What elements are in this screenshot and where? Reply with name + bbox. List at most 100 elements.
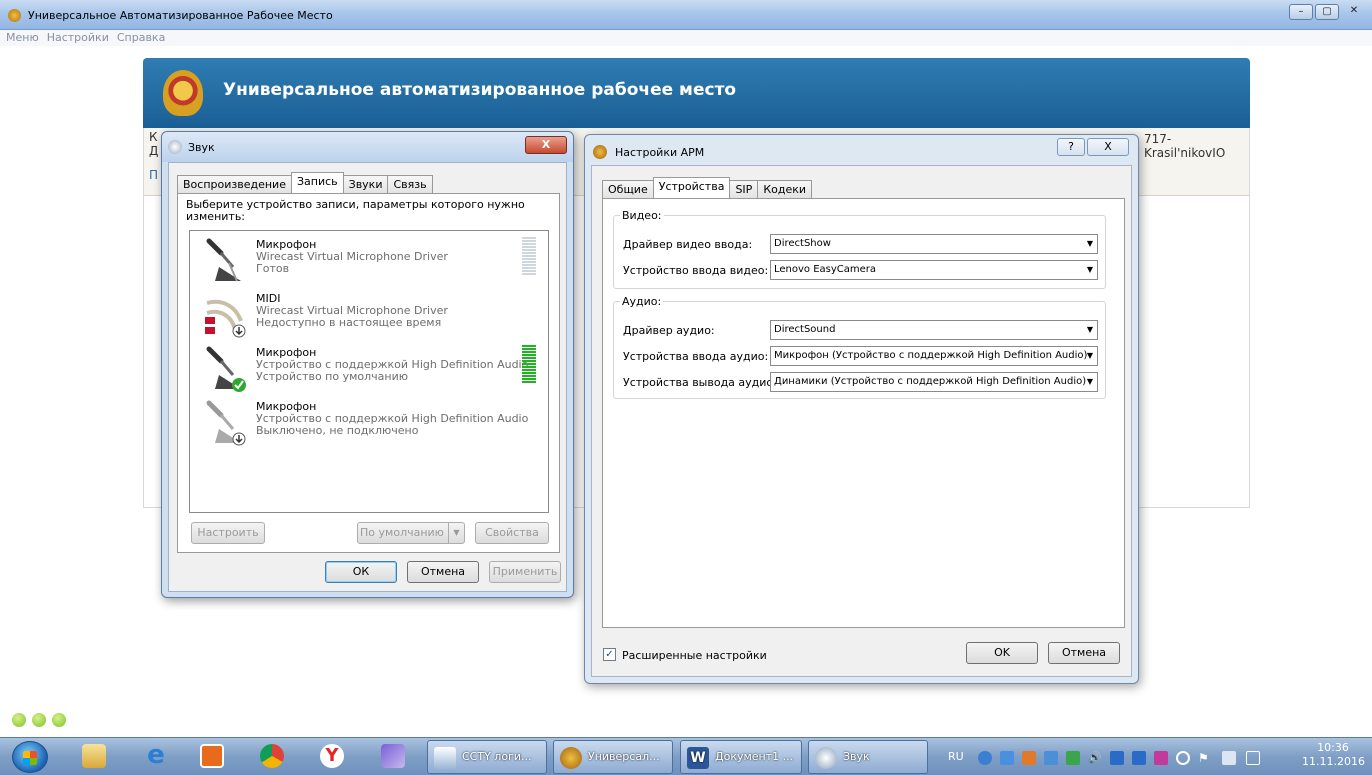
window-controls: – ▢ (1289, 4, 1339, 20)
audio-input-select[interactable]: Микрофон (Устройство с поддержкой High D… (770, 346, 1098, 366)
tab-devices[interactable]: Устройства (652, 177, 731, 198)
tray-app-icon[interactable] (1044, 751, 1058, 765)
video-driver-select[interactable]: DirectShow ▼ (770, 234, 1098, 254)
explorer-icon[interactable] (82, 744, 106, 768)
device-status: Готов (256, 262, 290, 275)
network-icon[interactable] (1222, 751, 1236, 765)
apply-button[interactable]: Применить (489, 561, 561, 583)
chevron-down-icon: ▼ (1086, 265, 1094, 274)
arm-dialog-close-button[interactable]: X (1087, 138, 1129, 156)
chevron-down-icon[interactable]: ▼ (448, 523, 464, 543)
taskbar-label: Документ1 ... (715, 750, 794, 763)
sound-dialog-titlebar[interactable]: Звук X (162, 132, 573, 162)
arm-tabs: Общие Устройства SIP Кодеки (602, 177, 813, 198)
video-group-title: Видео: (620, 209, 664, 222)
language-indicator[interactable]: RU (948, 750, 964, 763)
audio-driver-select[interactable]: DirectSound ▼ (770, 320, 1098, 340)
midi-cable-icon (205, 299, 246, 338)
video-group: Видео: Драйвер видео ввода: DirectShow ▼… (613, 209, 1106, 289)
volume-icon[interactable]: 🔊 (1088, 751, 1102, 765)
yandex-browser-icon[interactable]: Y (320, 744, 344, 768)
tab-sip[interactable]: SIP (729, 180, 759, 198)
start-button[interactable] (12, 741, 48, 773)
microphone-icon (206, 238, 241, 282)
maximize-button[interactable]: ▢ (1315, 4, 1339, 20)
audio-output-value: Динамики (Устройство с поддержкой High D… (774, 376, 1087, 387)
window-close-controls: ✕ (1342, 4, 1366, 20)
list-item[interactable]: MIDI Wirecast Virtual Microphone Driver … (196, 289, 541, 341)
audio-group: Аудио: Драйвер аудио: DirectSound ▼ Устр… (613, 295, 1106, 399)
menu-item-help[interactable]: Справка (117, 30, 165, 46)
chrome-icon[interactable] (260, 744, 284, 768)
menu-item-settings[interactable]: Настройки (47, 30, 109, 46)
sound-dialog-title: Звук (188, 141, 215, 154)
ok-button[interactable]: ОК (325, 561, 397, 583)
app-pinned-icon[interactable] (381, 744, 405, 768)
user-id-label: 717-Krasil'nikovIO (1144, 132, 1226, 160)
audio-input-value: Микрофон (Устройство с поддержкой High D… (774, 350, 1088, 361)
tray-app-icon[interactable] (1246, 751, 1260, 765)
tray-app-icon[interactable] (1000, 751, 1014, 765)
tab-sounds[interactable]: Звуки (342, 175, 389, 193)
arm-settings-dialog: Настройки АРМ ? X Общие Устройства SIP К… (584, 134, 1139, 684)
taskbar-button-arm[interactable]: Универсал... (553, 740, 673, 774)
outlook-icon[interactable] (200, 744, 224, 768)
set-default-button[interactable]: По умолчанию ▼ (357, 522, 465, 544)
sound-tabs: Воспроизведение Запись Звуки Связь (177, 172, 433, 193)
tab-playback[interactable]: Воспроизведение (177, 175, 292, 193)
level-meter (522, 237, 536, 277)
arm-dialog-titlebar[interactable]: Настройки АРМ ? X (585, 135, 1138, 165)
tray-app-icon[interactable] (1176, 751, 1190, 765)
tray-app-icon[interactable] (1022, 751, 1036, 765)
video-device-select[interactable]: Lenovo EasyCamera ▼ (770, 260, 1098, 280)
tray-app-icon[interactable] (978, 751, 992, 765)
device-status: Недоступно в настоящее время (256, 316, 442, 329)
tab-general[interactable]: Общие (602, 180, 654, 198)
clock-time: 10:36 (1317, 741, 1349, 754)
tray-app-icon[interactable] (1132, 751, 1146, 765)
device-status: Устройство по умолчанию (256, 370, 409, 383)
list-item[interactable]: Микрофон Устройство с поддержкой High De… (196, 397, 541, 449)
properties-button[interactable]: Свойства (475, 522, 549, 544)
internet-explorer-icon[interactable]: e (144, 742, 168, 768)
device-status: Выключено, не подключено (256, 424, 419, 437)
taskbar-button-cctv[interactable]: CCTY логи... (427, 740, 547, 774)
tray-app-icon[interactable] (1066, 751, 1080, 765)
tray-app-icon[interactable] (1110, 751, 1124, 765)
menu-item-menu[interactable]: Меню (6, 30, 39, 46)
arm-dialog-body: Общие Устройства SIP Кодеки Видео: Драйв… (591, 165, 1132, 677)
main-titlebar: Универсальное Автоматизированное Рабочее… (0, 0, 1372, 30)
advanced-settings-checkbox[interactable]: ✓ (603, 648, 616, 661)
cancel-button[interactable]: Отмена (407, 561, 479, 583)
info-text-fragment: Д (149, 144, 159, 158)
link-fragment[interactable]: П (149, 168, 158, 182)
recording-instructions: Выберите устройство записи, параметры ко… (186, 198, 525, 223)
list-item[interactable]: Микрофон Wirecast Virtual Microphone Dri… (196, 235, 541, 287)
taskbar-button-word[interactable]: W Документ1 ... (680, 740, 802, 774)
sound-dialog-close-button[interactable]: X (525, 136, 567, 154)
close-icon[interactable]: ✕ (1342, 4, 1366, 20)
chevron-down-icon: ▼ (1086, 239, 1094, 248)
audio-output-select[interactable]: Динамики (Устройство с поддержкой High D… (770, 372, 1098, 392)
taskbar-button-sound[interactable]: Звук (808, 740, 928, 774)
help-button[interactable]: ? (1057, 138, 1085, 156)
minimize-button[interactable]: – (1289, 4, 1313, 20)
arm-cancel-button[interactable]: Отмена (1048, 642, 1120, 664)
video-device-label: Устройство ввода видео: (623, 264, 769, 277)
coat-of-arms-icon (163, 70, 203, 116)
flag-icon[interactable]: ⚑ (1198, 751, 1212, 765)
list-item[interactable]: Микрофон Устройство с поддержкой High De… (196, 343, 541, 395)
tab-codecs[interactable]: Кодеки (757, 180, 813, 198)
tray-app-icon[interactable] (1154, 751, 1168, 765)
tab-recording[interactable]: Запись (290, 172, 344, 193)
arm-emblem-icon (593, 145, 607, 159)
tab-communications[interactable]: Связь (387, 175, 433, 193)
menubar: Меню Настройки Справка (0, 30, 1372, 46)
info-text-fragment: К (149, 130, 158, 144)
recording-device-list[interactable]: Микрофон Wirecast Virtual Microphone Dri… (189, 230, 549, 513)
status-dot-icon (52, 713, 66, 727)
arm-ok-button[interactable]: OK (966, 642, 1038, 664)
configure-button[interactable]: Настроить (191, 522, 265, 544)
system-clock[interactable]: 10:36 11.11.2016 (1302, 741, 1365, 769)
audio-input-label: Устройства ввода аудио: (623, 350, 769, 363)
